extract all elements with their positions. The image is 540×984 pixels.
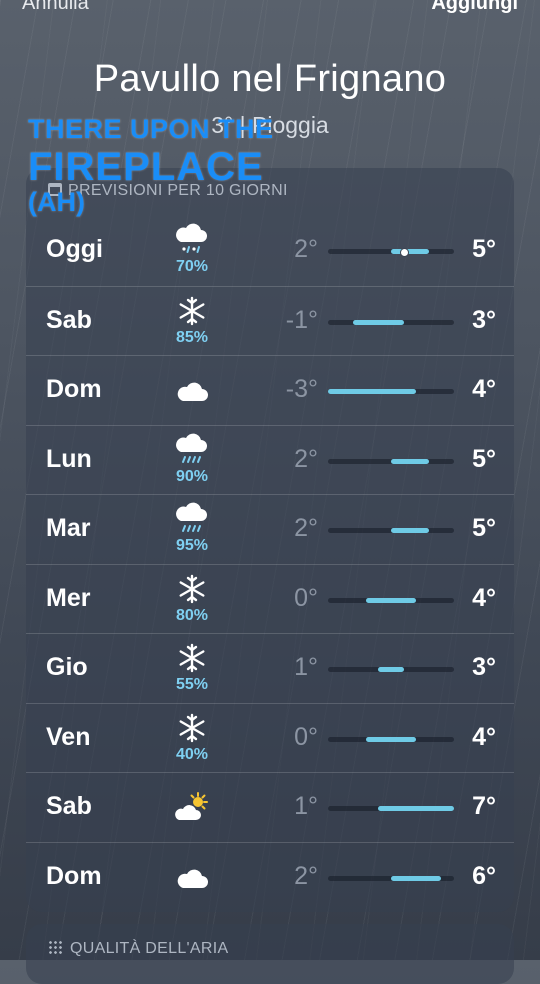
forecast-row[interactable]: Sab 1° 7° — [26, 772, 514, 842]
low-temp: 2° — [294, 444, 318, 473]
precipitation-chance: 80% — [175, 606, 209, 624]
temp-range-bar — [328, 806, 454, 811]
forecast-row[interactable]: Mar 95% 2° 5° — [26, 494, 514, 564]
snowflake-icon — [174, 710, 210, 746]
precipitation-chance: 95% — [175, 537, 209, 554]
precipitation-chance: 40% — [175, 745, 209, 763]
temp-range-bar — [328, 389, 454, 394]
low-temp: -3° — [285, 375, 318, 403]
air-quality-header: QUALITÀ DELL'ARIA — [48, 940, 228, 958]
low-temp: 0° — [294, 722, 318, 751]
temp-range-fill — [365, 736, 417, 742]
forecast-day: Mer — [46, 583, 91, 612]
snowflake-icon — [174, 571, 210, 607]
temp-range-bar — [328, 875, 454, 881]
low-temp: 2° — [294, 235, 318, 263]
temp-range-bar — [328, 736, 454, 742]
air-quality-title: QUALITÀ DELL'ARIA — [70, 940, 229, 957]
forecast-row[interactable]: Oggi 70% 2° 5° — [26, 216, 514, 285]
temp-range-bar — [328, 458, 454, 464]
high-temp: 3° — [472, 653, 496, 681]
temp-range-bar — [328, 248, 454, 257]
forecast-day: Ven — [46, 722, 91, 751]
low-temp: 0° — [294, 583, 318, 612]
forecast-day: Dom — [46, 375, 102, 403]
high-temp: 3° — [472, 305, 496, 334]
high-temp: 5° — [472, 235, 496, 263]
snowflake-icon — [174, 640, 210, 676]
forecast-day: Dom — [46, 861, 102, 890]
low-temp: -1° — [285, 305, 318, 334]
precipitation-chance: 85% — [175, 328, 209, 346]
caption-line-2: FIREPLACE — [28, 145, 264, 189]
temp-range-bar — [328, 319, 454, 325]
temp-range-bar — [328, 528, 454, 533]
temp-range-fill — [378, 667, 404, 672]
forecast-day: Sab — [46, 305, 92, 334]
cancel-button[interactable]: Annulla — [22, 0, 89, 15]
forecast-row[interactable]: Mer 80% 0° 4° — [26, 563, 514, 634]
high-temp: 5° — [472, 444, 496, 473]
forecast-day: Mar — [46, 514, 91, 542]
forecast-row[interactable]: Sab 85% -1° 3° — [26, 285, 514, 356]
high-temp: 4° — [472, 583, 496, 612]
cloud-icon — [174, 373, 210, 409]
precipitation-chance: 70% — [175, 258, 209, 275]
air-quality-icon — [48, 940, 64, 956]
precipitation-chance: 90% — [175, 467, 209, 485]
caption-overlay: THERE UPON THE FIREPLACE (AH) — [28, 116, 318, 216]
high-temp: 7° — [472, 792, 496, 820]
low-temp: 2° — [294, 514, 318, 542]
high-temp: 5° — [472, 514, 496, 542]
rain-icon — [174, 432, 210, 468]
forecast-row[interactable]: Lun 90% 2° 5° — [26, 424, 514, 495]
temp-range-fill — [391, 458, 429, 464]
forecast-row[interactable]: Dom 2° 6° — [26, 841, 514, 912]
snow-rain-icon — [174, 222, 210, 258]
cloud-icon — [174, 860, 210, 896]
forecast-day: Oggi — [46, 235, 103, 263]
caption-line-1: THERE UPON THE — [28, 114, 274, 144]
forecast-day: Sab — [46, 792, 92, 820]
low-temp: 1° — [294, 653, 318, 681]
precipitation-chance: 55% — [175, 676, 209, 693]
forecast-day: Lun — [46, 444, 92, 473]
forecast-row[interactable]: Gio 55% 1° 3° — [26, 633, 514, 703]
high-temp: 4° — [472, 375, 496, 403]
snowflake-icon — [174, 293, 210, 329]
temp-range-fill — [391, 875, 442, 881]
caption-line-3: (AH) — [28, 187, 85, 217]
low-temp: 2° — [294, 861, 318, 890]
temp-range-fill — [328, 389, 417, 394]
low-temp: 1° — [294, 792, 318, 820]
temp-range-bar — [328, 597, 454, 603]
partly-sunny-icon — [174, 790, 210, 826]
forecast-day: Gio — [46, 653, 88, 681]
top-bar: Annulla Aggiungi — [22, 0, 518, 16]
location-name: Pavullo nel Frignano — [93, 58, 447, 100]
temp-range-fill — [391, 528, 429, 533]
temp-range-fill — [365, 597, 417, 603]
forecast-row[interactable]: Dom -3° 4° — [26, 355, 514, 425]
high-temp: 4° — [472, 722, 496, 751]
forecast-row[interactable]: Ven 40% 0° 4° — [26, 702, 514, 773]
current-temp-dot — [399, 248, 409, 257]
temp-range-fill — [378, 806, 454, 811]
ten-day-forecast-card: PREVISIONI PER 10 GIORNI Oggi 70% 2° 5° Sab 8… — [26, 168, 514, 912]
temp-range-fill — [353, 319, 404, 325]
air-quality-card[interactable]: QUALITÀ DELL'ARIA — [26, 924, 514, 984]
rain-icon — [174, 501, 210, 537]
high-temp: 6° — [472, 861, 496, 890]
temp-range-fill — [391, 249, 429, 254]
add-button[interactable]: Aggiungi — [431, 0, 518, 15]
temp-range-bar — [328, 667, 454, 672]
